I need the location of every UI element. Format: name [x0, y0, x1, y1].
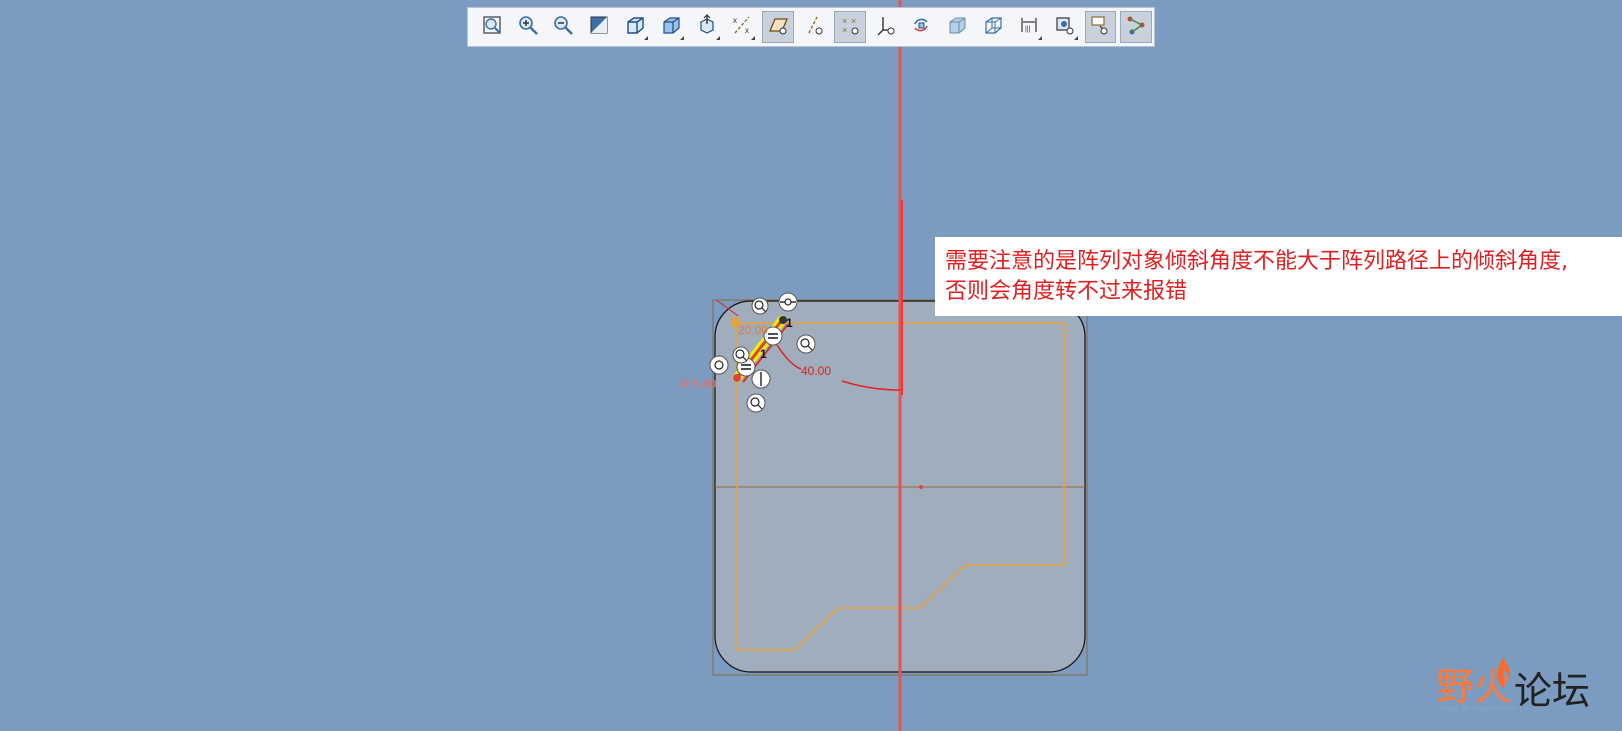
spin-center-button[interactable]: [906, 11, 938, 43]
sketch-canvas[interactable]: 20.00 40.00 R 5.00 1 1: [0, 0, 1622, 731]
note-line-1: 需要注意的是阵列对象倾斜角度不能大于阵列路径上的倾斜角度,: [945, 249, 1568, 274]
sketch-display-filters-button[interactable]: xx: [727, 11, 759, 43]
angle-dimension-small[interactable]: 20.00: [738, 323, 768, 337]
radius-dimension[interactable]: R 5.00: [681, 377, 717, 391]
constraint-tangent-1[interactable]: [751, 297, 769, 315]
sketch-relations-icon: [1125, 14, 1147, 41]
axis-display-icon: [803, 14, 825, 41]
sketch-display-filters-icon: xx: [731, 14, 753, 41]
spin-center-icon: [910, 14, 932, 41]
axis-display-button[interactable]: [798, 11, 830, 43]
point-display-button[interactable]: × × ×: [833, 11, 866, 43]
refit-button[interactable]: [476, 11, 508, 43]
repaint-icon: [588, 14, 610, 41]
wireframe-icon: [982, 14, 1004, 41]
point-display-icon: × × ×: [839, 14, 861, 41]
saved-orientations-button[interactable]: [619, 11, 651, 43]
constraint-label-1: 1: [786, 316, 793, 330]
note-line-2: 否则会角度转不过来报错: [945, 279, 1188, 304]
zoom-in-button[interactable]: [512, 11, 544, 43]
refit-icon: [481, 14, 503, 41]
flame-icon: [1497, 656, 1510, 688]
sketch-relations-button[interactable]: [1120, 11, 1153, 43]
constraint-tangent-2[interactable]: [796, 334, 816, 354]
zoom-out-button[interactable]: [548, 11, 580, 43]
shaded-icon: [946, 14, 968, 41]
zoom-out-icon: [552, 14, 574, 41]
constraint-tangent-3[interactable]: [732, 346, 750, 364]
section-view-icon: [696, 13, 718, 41]
zoom-in-icon: [517, 14, 539, 41]
sketch-view-icon: [1089, 14, 1111, 41]
section-view-button[interactable]: [691, 11, 723, 43]
graphics-toolbar: x x × × × |||: [467, 7, 1155, 47]
watermark-url: www.proewildfire.cn: [1440, 704, 1530, 713]
origin-point: [919, 485, 923, 489]
dimension-display-icon: |||: [1018, 14, 1040, 41]
forum-watermark: 野火 论坛 www.proewildfire.cn: [1436, 650, 1611, 713]
csys-display-icon: [875, 14, 897, 41]
wireframe-button[interactable]: [977, 11, 1009, 43]
shaded-button[interactable]: [941, 11, 973, 43]
csys-display-button[interactable]: [870, 11, 902, 43]
svg-text:×: ×: [851, 16, 856, 26]
annotation-display-icon: [1054, 14, 1076, 41]
svg-text:x: x: [733, 16, 737, 25]
plane-display-icon: [767, 14, 789, 41]
constraint-point-on[interactable]: [709, 355, 729, 375]
dimension-display-button[interactable]: |||: [1013, 11, 1045, 43]
sketch-view-button[interactable]: [1084, 11, 1117, 43]
annotation-display-button[interactable]: [1049, 11, 1081, 43]
plane-display-button[interactable]: [762, 11, 795, 43]
display-style-icon: [660, 14, 682, 41]
repaint-button[interactable]: [583, 11, 615, 43]
constraint-tangent-4[interactable]: [746, 393, 766, 413]
svg-text:x: x: [745, 26, 749, 35]
display-style-button[interactable]: [655, 11, 687, 43]
saved-orientations-icon: [624, 14, 646, 41]
annotation-note: 需要注意的是阵列对象倾斜角度不能大于阵列路径上的倾斜角度, 否则会角度转不过来报…: [935, 237, 1622, 316]
svg-text:|||: |||: [1025, 26, 1031, 33]
constraint-coincident[interactable]: [778, 292, 798, 312]
svg-text:×: ×: [842, 25, 847, 35]
angle-dimension-large[interactable]: 40.00: [801, 364, 831, 378]
constraint-label-2: 1: [760, 347, 767, 361]
constraint-vertical[interactable]: [751, 369, 771, 389]
